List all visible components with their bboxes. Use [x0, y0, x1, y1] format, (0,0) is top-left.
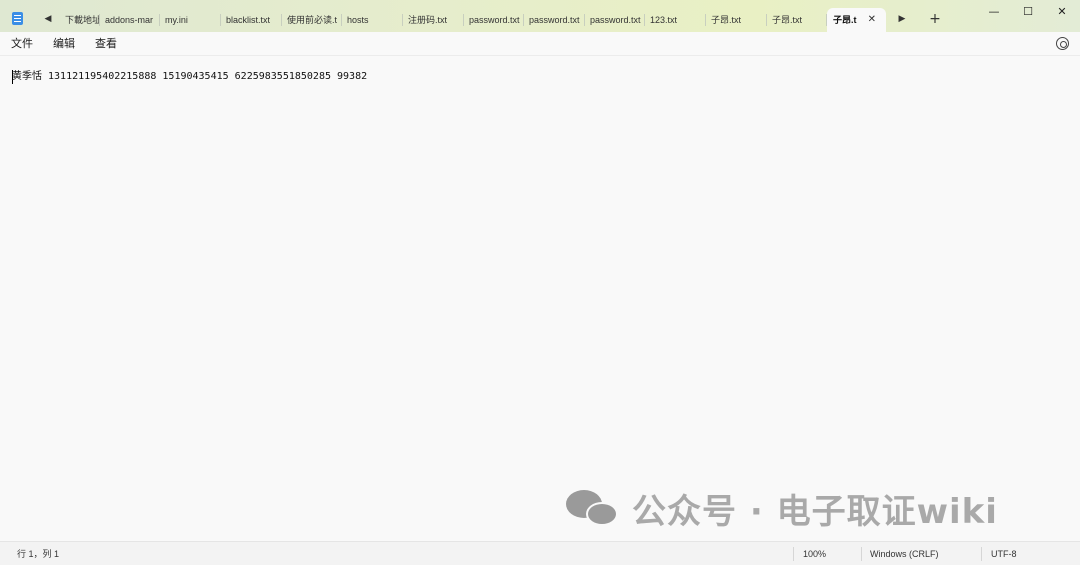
tab-scroll-left-button[interactable]: ◀ [40, 11, 56, 27]
editor-line-1: 黄季恬 131121195402215888 15190435415 62259… [12, 71, 368, 82]
title-bar: ◀ 下載地址 addons-mar my.ini blacklist.txt 使… [0, 0, 1080, 32]
wechat-icon [566, 488, 624, 528]
watermark: 公众号 · 电子取证wiki [566, 488, 998, 532]
status-divider [861, 547, 862, 561]
tab-label: password.txt [529, 15, 580, 25]
notepad-icon [12, 12, 23, 25]
text-caret [12, 70, 13, 84]
menu-edit[interactable]: 编辑 [53, 37, 75, 51]
new-tab-button[interactable]: + [926, 10, 944, 28]
status-divider [793, 547, 794, 561]
tab-5[interactable]: hosts [342, 8, 403, 32]
line-ending[interactable]: Windows (CRLF) [870, 548, 939, 560]
tab-label: password.txt [469, 15, 520, 25]
zoom-level[interactable]: 100% [803, 548, 826, 560]
tab-label: 子昂.t [833, 15, 857, 25]
tab-label: 下載地址 [65, 15, 100, 25]
gear-icon[interactable] [1056, 37, 1069, 50]
tab-scroll-right-button[interactable]: ▶ [894, 11, 910, 27]
tab-2[interactable]: my.ini [160, 8, 221, 32]
tab-12[interactable]: 子昂.txt [767, 8, 827, 32]
status-divider [981, 547, 982, 561]
close-tab-icon[interactable]: ✕ [868, 8, 876, 32]
tab-label: my.ini [165, 15, 188, 25]
tab-label: 子昂.txt [772, 15, 803, 25]
tab-4[interactable]: 使用前必读.t [282, 8, 342, 32]
tab-label: addons-mar [105, 15, 154, 25]
menu-view[interactable]: 查看 [95, 37, 117, 51]
tab-7[interactable]: password.txt [464, 8, 524, 32]
watermark-text: 公众号 · 电子取证wiki [632, 491, 998, 532]
tab-label: 使用前必读.t [287, 15, 338, 25]
tab-9[interactable]: password.txt [585, 8, 645, 32]
tab-10[interactable]: 123.txt [645, 8, 706, 32]
tab-label: 注册码.txt [408, 15, 448, 25]
close-window-button[interactable]: ✕ [1045, 2, 1079, 22]
encoding[interactable]: UTF-8 [991, 548, 1017, 560]
tab-label: hosts [347, 15, 369, 25]
menu-file[interactable]: 文件 [11, 37, 33, 51]
cursor-position: 行 1，列 1 [17, 549, 60, 559]
tab-label: 子昂.txt [711, 15, 742, 25]
maximize-button[interactable]: ☐ [1011, 2, 1045, 22]
tab-strip: 下載地址 addons-mar my.ini blacklist.txt 使用前… [60, 8, 886, 32]
minimize-button[interactable]: — [977, 2, 1011, 22]
tab-1[interactable]: addons-mar [100, 8, 160, 32]
tab-6[interactable]: 注册码.txt [403, 8, 464, 32]
tab-label: blacklist.txt [226, 15, 271, 25]
status-bar: 行 1，列 1 100% Windows (CRLF) UTF-8 [0, 541, 1080, 565]
menu-bar: 文件 编辑 查看 [0, 32, 1080, 56]
tab-label: password.txt [590, 15, 641, 25]
tab-8[interactable]: password.txt [524, 8, 585, 32]
tab-0[interactable]: 下載地址 [60, 8, 100, 32]
tab-11[interactable]: 子昂.txt [706, 8, 767, 32]
tab-13-active[interactable]: 子昂.t ✕ [827, 8, 886, 32]
tab-label: 123.txt [650, 15, 678, 25]
text-editor[interactable]: 黄季恬 131121195402215888 15190435415 62259… [0, 57, 1080, 541]
tab-3[interactable]: blacklist.txt [221, 8, 282, 32]
